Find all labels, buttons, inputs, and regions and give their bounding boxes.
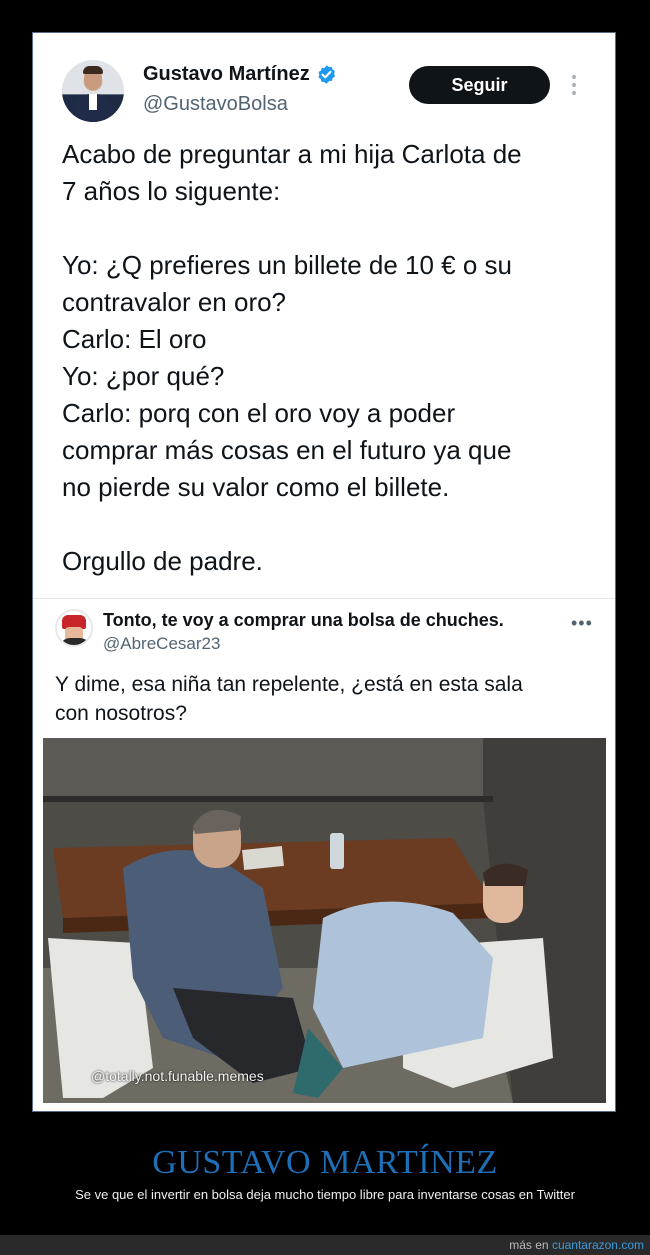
reply-author-handle[interactable]: @AbreCesar23: [103, 634, 220, 654]
tweet-line: Yo: ¿Q prefieres un billete de 10 € o su: [62, 250, 512, 280]
reply-line: con nosotros?: [55, 702, 187, 725]
footer-text: más en cuantarazon.com: [509, 1238, 644, 1252]
tweet-line: 7 años lo siguente:: [62, 176, 281, 206]
photo-watermark: @totally.not.funable.memes: [91, 1068, 264, 1084]
tweet-line: Carlo: El oro: [62, 324, 207, 354]
more-vertical-icon[interactable]: [569, 73, 579, 97]
caption-subtitle: Se ve que el invertir en bolsa deja much…: [75, 1187, 575, 1202]
reply-line: Y dime, esa niña tan repelente, ¿está en…: [55, 673, 523, 696]
interrogation-room-photo[interactable]: @totally.not.funable.memes: [43, 738, 606, 1103]
tweet-line: Yo: ¿por qué?: [62, 361, 225, 391]
footer-prefix: más en: [509, 1238, 549, 1252]
footer-site-link[interactable]: cuantarazon.com: [552, 1238, 644, 1252]
photo-illustration: [43, 738, 606, 1103]
divider: [33, 598, 615, 599]
follow-button[interactable]: Seguir: [409, 66, 550, 104]
more-horizontal-icon[interactable]: •••: [571, 613, 593, 634]
meme-frame: Gustavo Martínez @GustavoBolsa Seguir Ac…: [32, 32, 616, 1112]
tweet-line: Acabo de preguntar a mi hija Carlota de: [62, 139, 522, 169]
tweet-line: Carlo: porq con el oro voy a poder: [62, 398, 456, 428]
tweet-text: Acabo de preguntar a mi hija Carlota de …: [62, 136, 592, 580]
reply-author-name[interactable]: Tonto, te voy a comprar una bolsa de chu…: [103, 610, 504, 631]
verified-badge-icon: [318, 65, 335, 84]
tweet-line: contravalor en oro?: [62, 287, 287, 317]
reply-text: Y dime, esa niña tan repelente, ¿está en…: [55, 670, 595, 728]
caption-title: GUSTAVO MARTÍNEZ: [152, 1144, 498, 1181]
author-name-row: Gustavo Martínez: [143, 63, 337, 86]
footer-bar: más en cuantarazon.com: [0, 1235, 650, 1255]
tweet-line: no pierde su valor como el billete.: [62, 472, 450, 502]
author-handle[interactable]: @GustavoBolsa: [143, 93, 288, 116]
author-avatar[interactable]: [62, 60, 124, 122]
author-name[interactable]: Gustavo Martínez: [143, 63, 310, 86]
reply-avatar[interactable]: [55, 609, 93, 647]
tweet-line: comprar más cosas en el futuro ya que: [62, 435, 512, 465]
tweet-line: Orgullo de padre.: [62, 546, 263, 576]
